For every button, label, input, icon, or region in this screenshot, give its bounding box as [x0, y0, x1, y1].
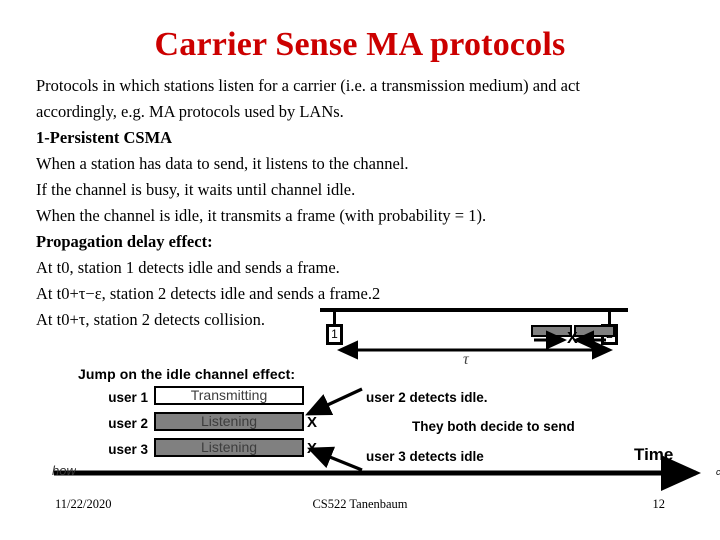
time-axis-label: Time	[634, 445, 674, 464]
time-axis-suffix-label: c	[716, 468, 720, 477]
note-user-3-detects-idle: user 3 detects idle	[366, 449, 484, 464]
slide-body-text: Protocols in which stations listen for a…	[36, 73, 648, 333]
clipped-image-fragment: how	[52, 464, 76, 477]
body-line-heading-1p: 1-Persistent CSMA	[36, 128, 173, 147]
body-line-listen: When a station has data to send, it list…	[36, 154, 409, 173]
page-title: Carrier Sense MA protocols	[154, 26, 566, 63]
body-line-idle: When the channel is idle, it transmits a…	[36, 206, 487, 225]
footer-page-number: 12	[652, 497, 666, 511]
note-user-2-detects-idle: user 2 detects idle.	[366, 390, 488, 405]
slide-footer: 11/22/2020 CS522 Tanenbaum 12	[0, 496, 720, 516]
body-line-heading-prop: Propagation delay effect:	[36, 232, 213, 251]
footer-course-name: CS522 Tanenbaum	[312, 497, 408, 511]
jump-diagram-arrows	[54, 387, 701, 492]
body-line-t0: At t0, station 1 detects idle and sends …	[36, 258, 340, 277]
body-line-busy: If the channel is busy, it waits until c…	[36, 180, 356, 199]
body-line-intro: Protocols in which stations listen for a…	[36, 76, 580, 121]
note-both-decide-to-send: They both decide to send	[412, 419, 575, 434]
jump-on-idle-channel-diagram: Jump on the idle channel effect: user 1 …	[36, 362, 720, 492]
